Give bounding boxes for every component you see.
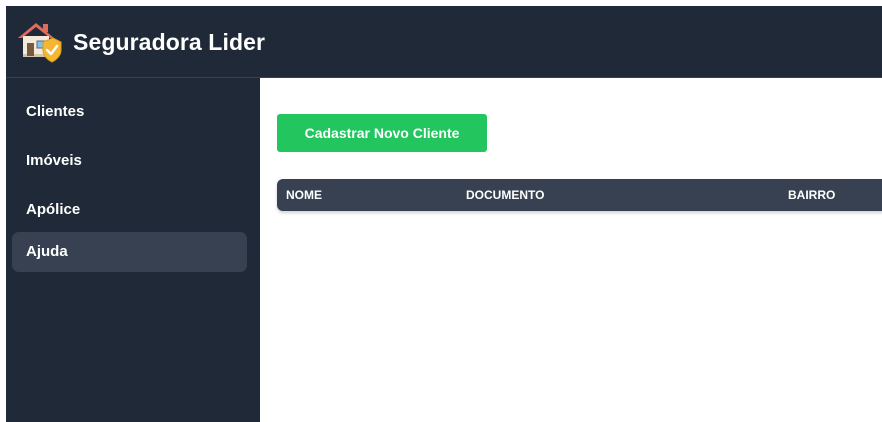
sidebar-item-label: Clientes [26,103,85,120]
main-content: Cadastrar Novo Cliente NOME DOCUMENTO BA… [260,78,882,422]
app-header: Seguradora Lider [6,6,882,78]
sidebar-item-imoveis[interactable]: Imóveis [12,141,247,181]
app-window: Seguradora Lider Clientes Imóveis Apólic… [6,6,882,422]
column-header-documento[interactable]: DOCUMENTO [466,179,544,211]
app-title: Seguradora Lider [73,29,266,55]
sidebar-item-apolice[interactable]: Apólice [12,190,247,230]
sidebar-item-clientes[interactable]: Clientes [12,92,247,132]
sidebar-item-ajuda[interactable]: Ajuda [12,232,247,272]
clients-table-header: NOME DOCUMENTO BAIRRO [277,179,882,211]
column-header-bairro[interactable]: BAIRRO [788,179,835,211]
sidebar: Clientes Imóveis Apólice Ajuda [6,78,260,422]
sidebar-item-label: Imóveis [26,152,82,169]
add-client-button[interactable]: Cadastrar Novo Cliente [277,114,487,152]
column-header-nome[interactable]: NOME [286,179,322,211]
house-shield-icon [16,18,62,64]
sidebar-item-label: Apólice [26,201,81,218]
sidebar-item-label: Ajuda [26,243,68,260]
